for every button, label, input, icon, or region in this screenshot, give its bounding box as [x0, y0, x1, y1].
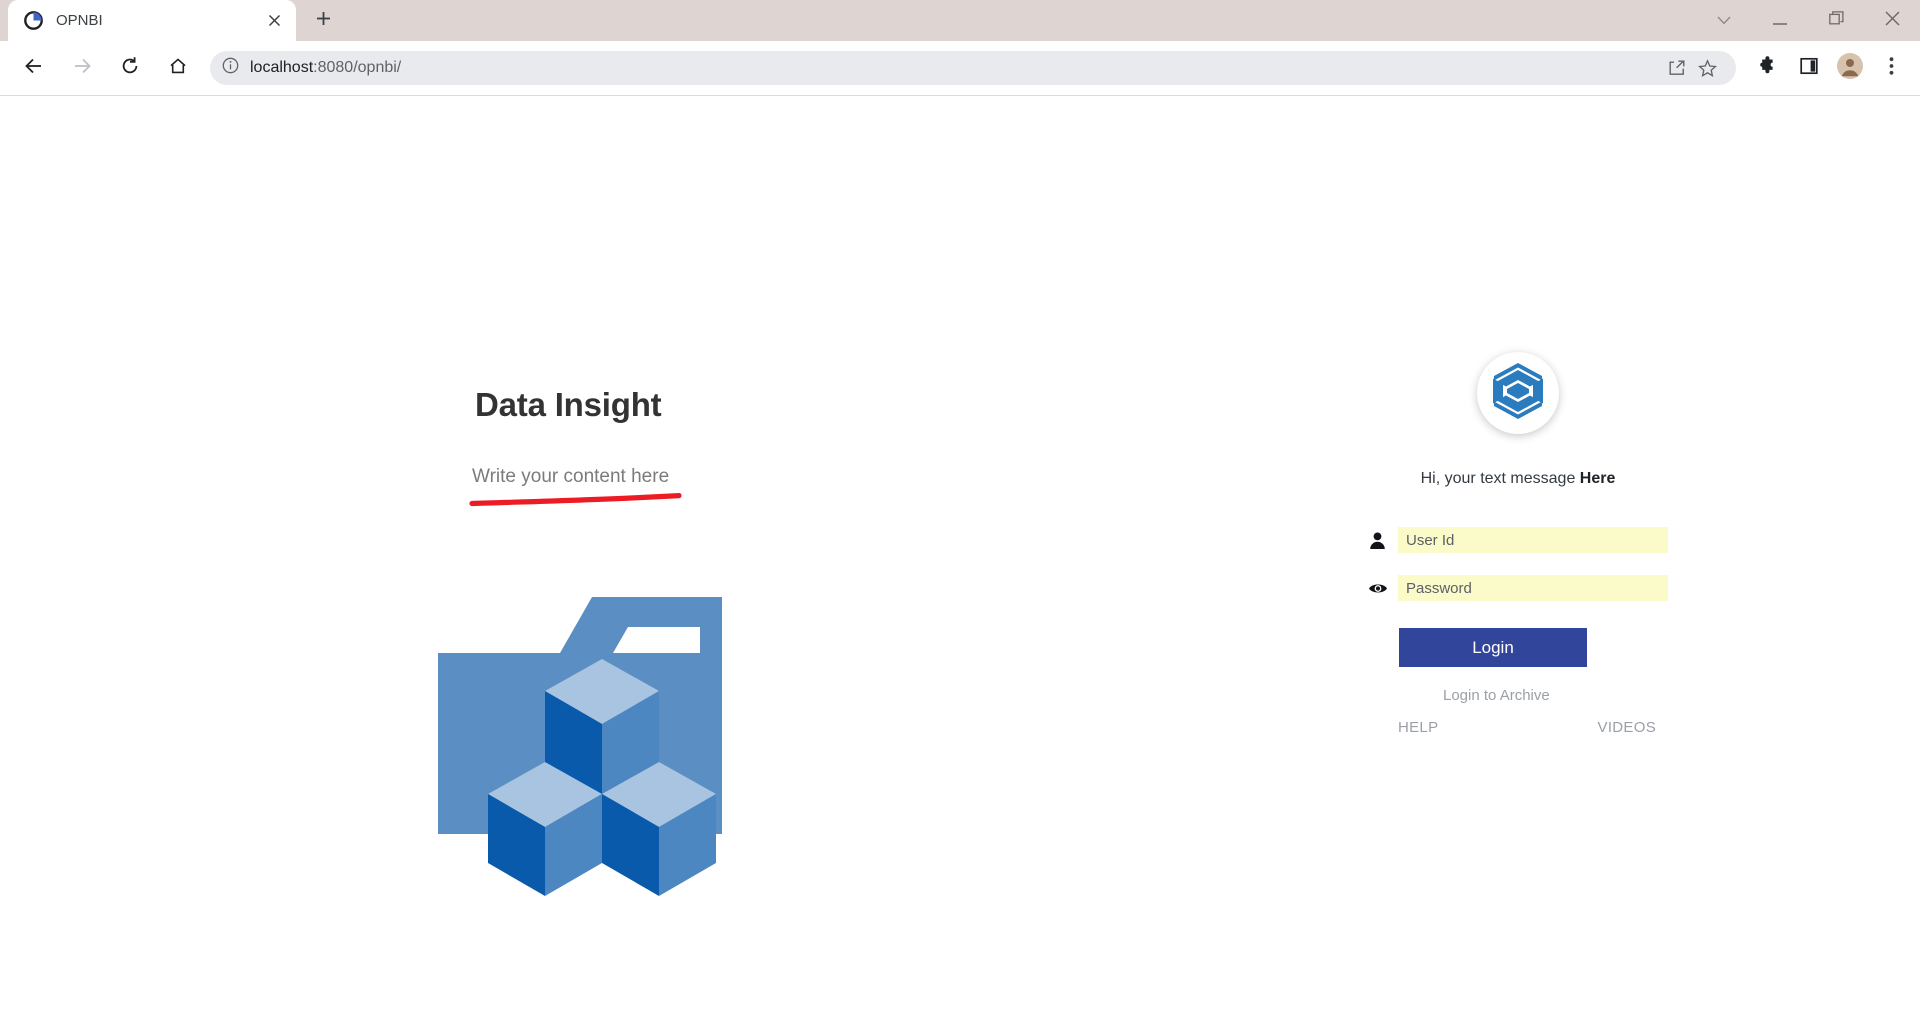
info-circle-icon[interactable]: [222, 57, 239, 79]
restore-icon: [1828, 10, 1844, 31]
red-underline-stroke: [469, 493, 682, 507]
greeting-emphasis: Here: [1579, 470, 1616, 487]
minimize-icon: [1773, 12, 1787, 30]
omnibox-actions: [1662, 53, 1722, 83]
arrow-right-icon: [72, 56, 92, 81]
bottom-links: HELP VIDEOS: [1398, 719, 1656, 736]
tab-title: OPNBI: [56, 12, 103, 29]
home-button[interactable]: [158, 48, 198, 88]
user-id-input[interactable]: [1398, 527, 1668, 553]
close-icon: [1884, 10, 1900, 31]
home-icon: [168, 56, 188, 81]
data-cubes-illustration: [432, 591, 772, 916]
pie-chart-favicon: [24, 11, 43, 30]
account-avatar-icon: [1837, 52, 1863, 84]
chevron-down-icon: [1717, 12, 1731, 30]
forward-button[interactable]: [62, 48, 102, 88]
page-viewport: Data Insight Write your content here Hi,…: [0, 96, 1920, 1016]
puzzle-icon: [1758, 55, 1778, 81]
reload-button[interactable]: [110, 48, 150, 88]
maximize-button[interactable]: [1808, 0, 1864, 41]
back-button[interactable]: [14, 48, 54, 88]
address-bar[interactable]: localhost:8080/opnbi/: [210, 51, 1736, 85]
star-icon[interactable]: [1692, 53, 1722, 83]
page-subtitle: Write your content here: [472, 466, 670, 487]
user-id-field-row: [1368, 527, 1668, 553]
webpack-cube-logo-icon: [1492, 362, 1544, 425]
login-button[interactable]: Login: [1399, 628, 1587, 667]
minimize-button[interactable]: [1752, 0, 1808, 41]
page-left-column: Data Insight Write your content here: [0, 96, 1340, 1016]
login-to-archive-link[interactable]: Login to Archive: [1443, 687, 1550, 704]
share-icon[interactable]: [1662, 53, 1692, 83]
plus-icon: [316, 11, 331, 31]
profile-button[interactable]: [1831, 49, 1869, 87]
close-icon[interactable]: [262, 9, 286, 33]
password-field-row: [1368, 575, 1668, 601]
panel-icon: [1799, 56, 1819, 81]
login-panel: Hi, your text message Here User Id Login…: [1368, 96, 1668, 736]
browser-toolbar: localhost:8080/opnbi/: [0, 41, 1920, 96]
window-controls: [1696, 0, 1920, 41]
reload-icon: [120, 56, 140, 81]
url-path: :8080/opnbi/: [313, 59, 402, 76]
greeting-prefix: Hi, your text message: [1420, 470, 1580, 487]
browser-window: OPNBI localhost:8080/opnbi/ Data Insight…: [0, 0, 1920, 1016]
side-panel-button[interactable]: [1790, 49, 1828, 87]
page-title: Data Insight: [475, 386, 662, 423]
arrow-left-icon: [24, 56, 44, 81]
help-link[interactable]: HELP: [1398, 719, 1438, 736]
tab-search-button[interactable]: [1696, 0, 1752, 41]
extensions-button[interactable]: [1749, 49, 1787, 87]
menu-button[interactable]: [1872, 49, 1910, 87]
browser-tab[interactable]: OPNBI: [8, 0, 296, 41]
password-input[interactable]: [1398, 575, 1668, 601]
videos-link[interactable]: VIDEOS: [1598, 719, 1656, 736]
three-dot-menu-icon: [1889, 56, 1894, 81]
eye-icon[interactable]: [1368, 576, 1398, 600]
url-host: localhost: [250, 59, 314, 76]
greeting-text: Hi, your text message Here: [1421, 470, 1616, 488]
new-tab-button[interactable]: [306, 4, 340, 38]
url-text: localhost:8080/opnbi/: [250, 59, 401, 77]
browser-titlebar: OPNBI: [0, 0, 1920, 41]
close-window-button[interactable]: [1864, 0, 1920, 41]
avatar: [1477, 352, 1559, 434]
page-subtitle-group: Write your content here: [469, 466, 682, 507]
person-icon: [1368, 528, 1398, 552]
